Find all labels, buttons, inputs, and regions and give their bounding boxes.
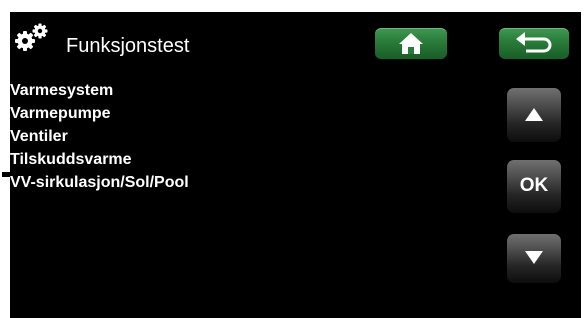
home-button[interactable]: [375, 28, 447, 59]
scroll-up-button[interactable]: [507, 88, 561, 142]
menu-item-tilskuddsvarme[interactable]: Tilskuddsvarme: [10, 150, 132, 170]
gears-icon: [14, 22, 50, 53]
home-icon: [399, 33, 423, 54]
page-title: Funksjonstest: [66, 35, 190, 57]
arrow-down-icon: [525, 251, 543, 264]
back-arrow-icon: [516, 32, 552, 53]
menu-item-varmesystem[interactable]: Varmesystem: [10, 81, 113, 101]
ok-button[interactable]: OK: [507, 160, 561, 213]
scroll-down-button[interactable]: [507, 234, 561, 283]
menu-item-vv-sirkulasjon[interactable]: VV-sirkulasjon/Sol/Pool: [10, 173, 189, 193]
menu-item-varmepumpe[interactable]: Varmepumpe: [10, 104, 110, 124]
arrow-up-icon: [525, 108, 543, 121]
display-screen: Funksjonstest Varmesystem Varmepumpe Ven…: [10, 12, 581, 318]
back-button[interactable]: [499, 28, 569, 59]
ok-label: OK: [519, 175, 549, 196]
menu-item-ventiler[interactable]: Ventiler: [10, 127, 68, 147]
